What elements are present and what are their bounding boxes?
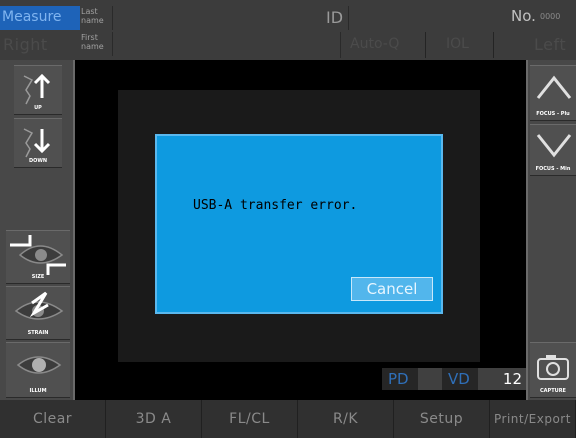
up-label: UP [34,105,42,111]
fl-cl-button[interactable]: FL/CL [202,400,298,438]
strain-eye-icon [14,291,64,320]
focus-minus-button[interactable]: FOCUS - Min [530,124,576,176]
focus-plus-button[interactable]: FOCUS - Plu [530,65,576,121]
vd-value: 12 [478,368,526,390]
down-label: DOWN [28,158,48,164]
measure-label: Measure [2,9,62,25]
number-value: 0000 [540,12,561,21]
print-export-button[interactable]: Print/Export [490,400,576,438]
first-name-field[interactable] [112,32,316,56]
illum-label: ILLUM [29,388,47,394]
size-label: SIZE [31,274,45,280]
error-message: USB-A transfer error. [193,198,358,213]
first-name-label: First name [81,33,104,51]
illumination-eye-icon [16,356,62,374]
focus-minus-label: FOCUS - Min [535,166,571,172]
first-name-label-line2: name [81,42,104,51]
down-button[interactable]: DOWN [14,118,62,168]
strain-label: STRAIN [27,330,49,336]
last-name-label: Last name [81,7,104,25]
setup-button[interactable]: Setup [394,400,490,438]
chevron-up-icon [536,75,572,99]
clear-button[interactable]: Clear [0,400,106,438]
iol-label: IOL [446,36,469,52]
size-eye-icon [10,235,66,275]
pd-label: PD [388,370,409,388]
first-name-label-line1: First [81,33,98,42]
focus-plus-label: FOCUS - Plu [536,111,570,117]
left-eye-label[interactable]: Left [534,35,566,54]
last-name-label-line2: name [81,16,104,25]
up-arrow-icon [23,73,51,105]
3d-a-button[interactable]: 3D A [106,400,202,438]
illum-button[interactable]: ILLUM [6,342,70,398]
pd-value [418,368,442,390]
strain-button[interactable]: STRAIN [6,286,70,340]
up-button[interactable]: UP [14,65,62,115]
cancel-button[interactable]: Cancel [351,277,433,301]
last-name-label-line1: Last [81,7,98,16]
chevron-down-icon [536,134,572,158]
auto-q-label: Auto-Q [350,36,400,52]
capture-button[interactable]: CAPTURE [530,342,576,398]
camera-icon [537,355,569,380]
capture-label: CAPTURE [540,388,566,394]
right-eye-label[interactable]: Right [3,35,48,54]
id-label: ID [326,8,344,27]
number-label: No. [511,7,536,25]
vd-label: VD [448,370,470,388]
id-field[interactable] [348,6,506,30]
last-name-field[interactable] [112,6,316,30]
down-arrow-icon [23,128,51,158]
size-button[interactable]: SIZE [6,230,70,284]
r-k-button[interactable]: R/K [298,400,394,438]
